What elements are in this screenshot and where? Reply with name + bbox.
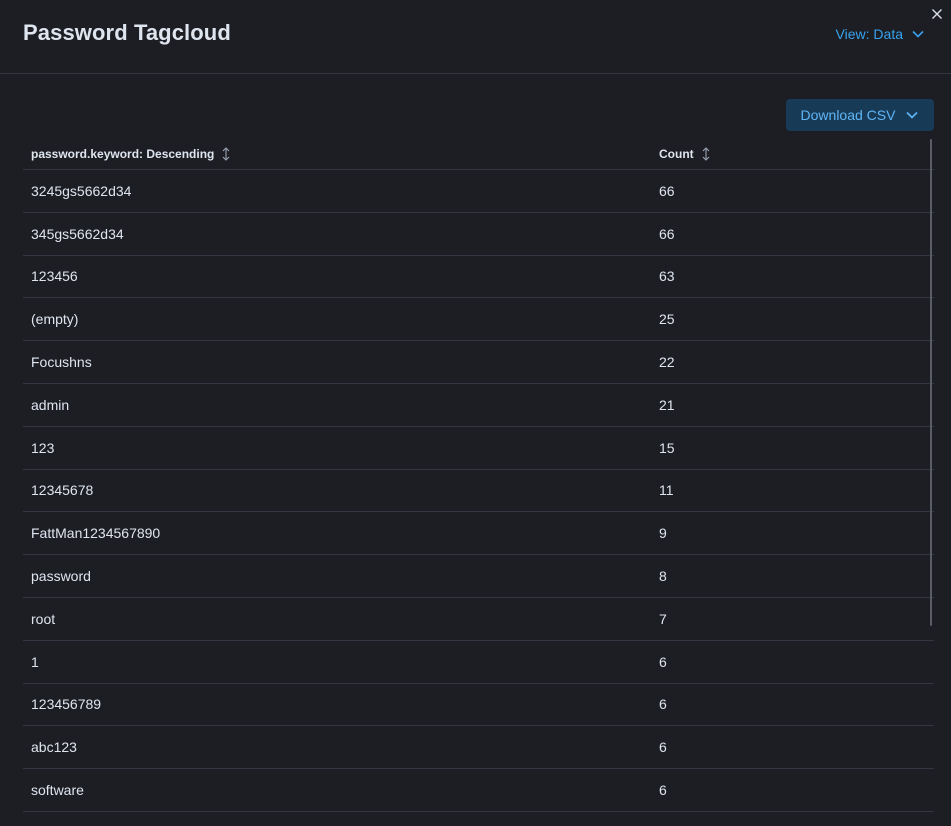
flyout-header: Password Tagcloud View: Data (0, 0, 951, 74)
data-table: password.keyword: Descending Count 3245g… (23, 139, 934, 812)
table-row: abc123 6 (23, 726, 934, 770)
cell-count: 6 (659, 696, 667, 713)
close-button[interactable] (927, 4, 947, 24)
table-row: admin 21 (23, 384, 934, 427)
cell-keyword: 123456789 (31, 696, 102, 713)
column-header-label: password.keyword: Descending (31, 147, 215, 161)
column-header-keyword[interactable]: password.keyword: Descending (23, 147, 651, 161)
cell-keyword: 123456 (31, 268, 78, 285)
cell-count: 6 (659, 653, 667, 670)
cell-count: 21 (659, 396, 675, 413)
table-row: Focushns 22 (23, 341, 934, 384)
chevron-down-icon (905, 108, 919, 122)
table-row: 123 15 (23, 427, 934, 470)
cell-count: 15 (659, 439, 675, 456)
cell-count: 66 (659, 225, 675, 242)
cell-keyword: 1 (31, 653, 39, 670)
cell-keyword: Focushns (31, 354, 92, 371)
table-row: (empty) 25 (23, 298, 934, 342)
cell-keyword: admin (31, 396, 70, 413)
table-row: 3245gs5662d34 66 (23, 170, 934, 213)
view-toggle-label: View: Data (835, 26, 903, 42)
cell-count: 22 (659, 354, 675, 371)
download-csv-label: Download CSV (800, 107, 896, 123)
table-header: password.keyword: Descending Count (23, 139, 934, 170)
cell-count: 63 (659, 268, 675, 285)
table-row: 12345678 11 (23, 470, 934, 513)
sort-icon (700, 147, 712, 161)
cell-keyword: 12345678 (31, 482, 94, 499)
cell-keyword: 3245gs5662d34 (31, 182, 132, 199)
cell-count: 25 (659, 311, 675, 328)
table-row: software 6 (23, 769, 934, 812)
view-toggle-button[interactable]: View: Data (836, 26, 925, 42)
scrollbar[interactable] (930, 139, 932, 626)
table-row: 123456 63 (23, 256, 934, 299)
download-csv-button[interactable]: Download CSV (786, 99, 934, 131)
cell-count: 11 (659, 482, 674, 499)
chevron-down-icon (911, 27, 925, 41)
cell-count: 7 (659, 610, 667, 627)
cell-keyword: 123 (31, 439, 55, 456)
table-row: 345gs5662d34 66 (23, 213, 934, 256)
cell-count: 9 (659, 525, 667, 542)
cell-count: 6 (659, 739, 667, 756)
column-header-label: Count (659, 147, 694, 161)
table-row: 1 6 (23, 641, 934, 684)
cell-keyword: (empty) (31, 311, 79, 328)
sort-icon (220, 147, 232, 161)
data-flyout: Password Tagcloud View: Data Download CS… (0, 0, 951, 826)
cell-keyword: password (31, 568, 91, 585)
table-row: FattMan1234567890 9 (23, 512, 934, 556)
cell-count: 66 (659, 182, 675, 199)
cell-keyword: software (31, 782, 84, 799)
cell-count: 8 (659, 568, 667, 585)
column-header-count[interactable]: Count (651, 147, 934, 161)
cell-keyword: FattMan1234567890 (31, 525, 161, 542)
table-row: password 8 (23, 555, 934, 598)
cell-keyword: 345gs5662d34 (31, 225, 124, 242)
table-row: 123456789 6 (23, 684, 934, 727)
cell-keyword: abc123 (31, 739, 77, 756)
close-icon (931, 8, 943, 20)
cell-count: 6 (659, 782, 667, 799)
flyout-title: Password Tagcloud (23, 20, 231, 45)
table-row: root 7 (23, 598, 934, 641)
cell-keyword: root (31, 610, 56, 627)
